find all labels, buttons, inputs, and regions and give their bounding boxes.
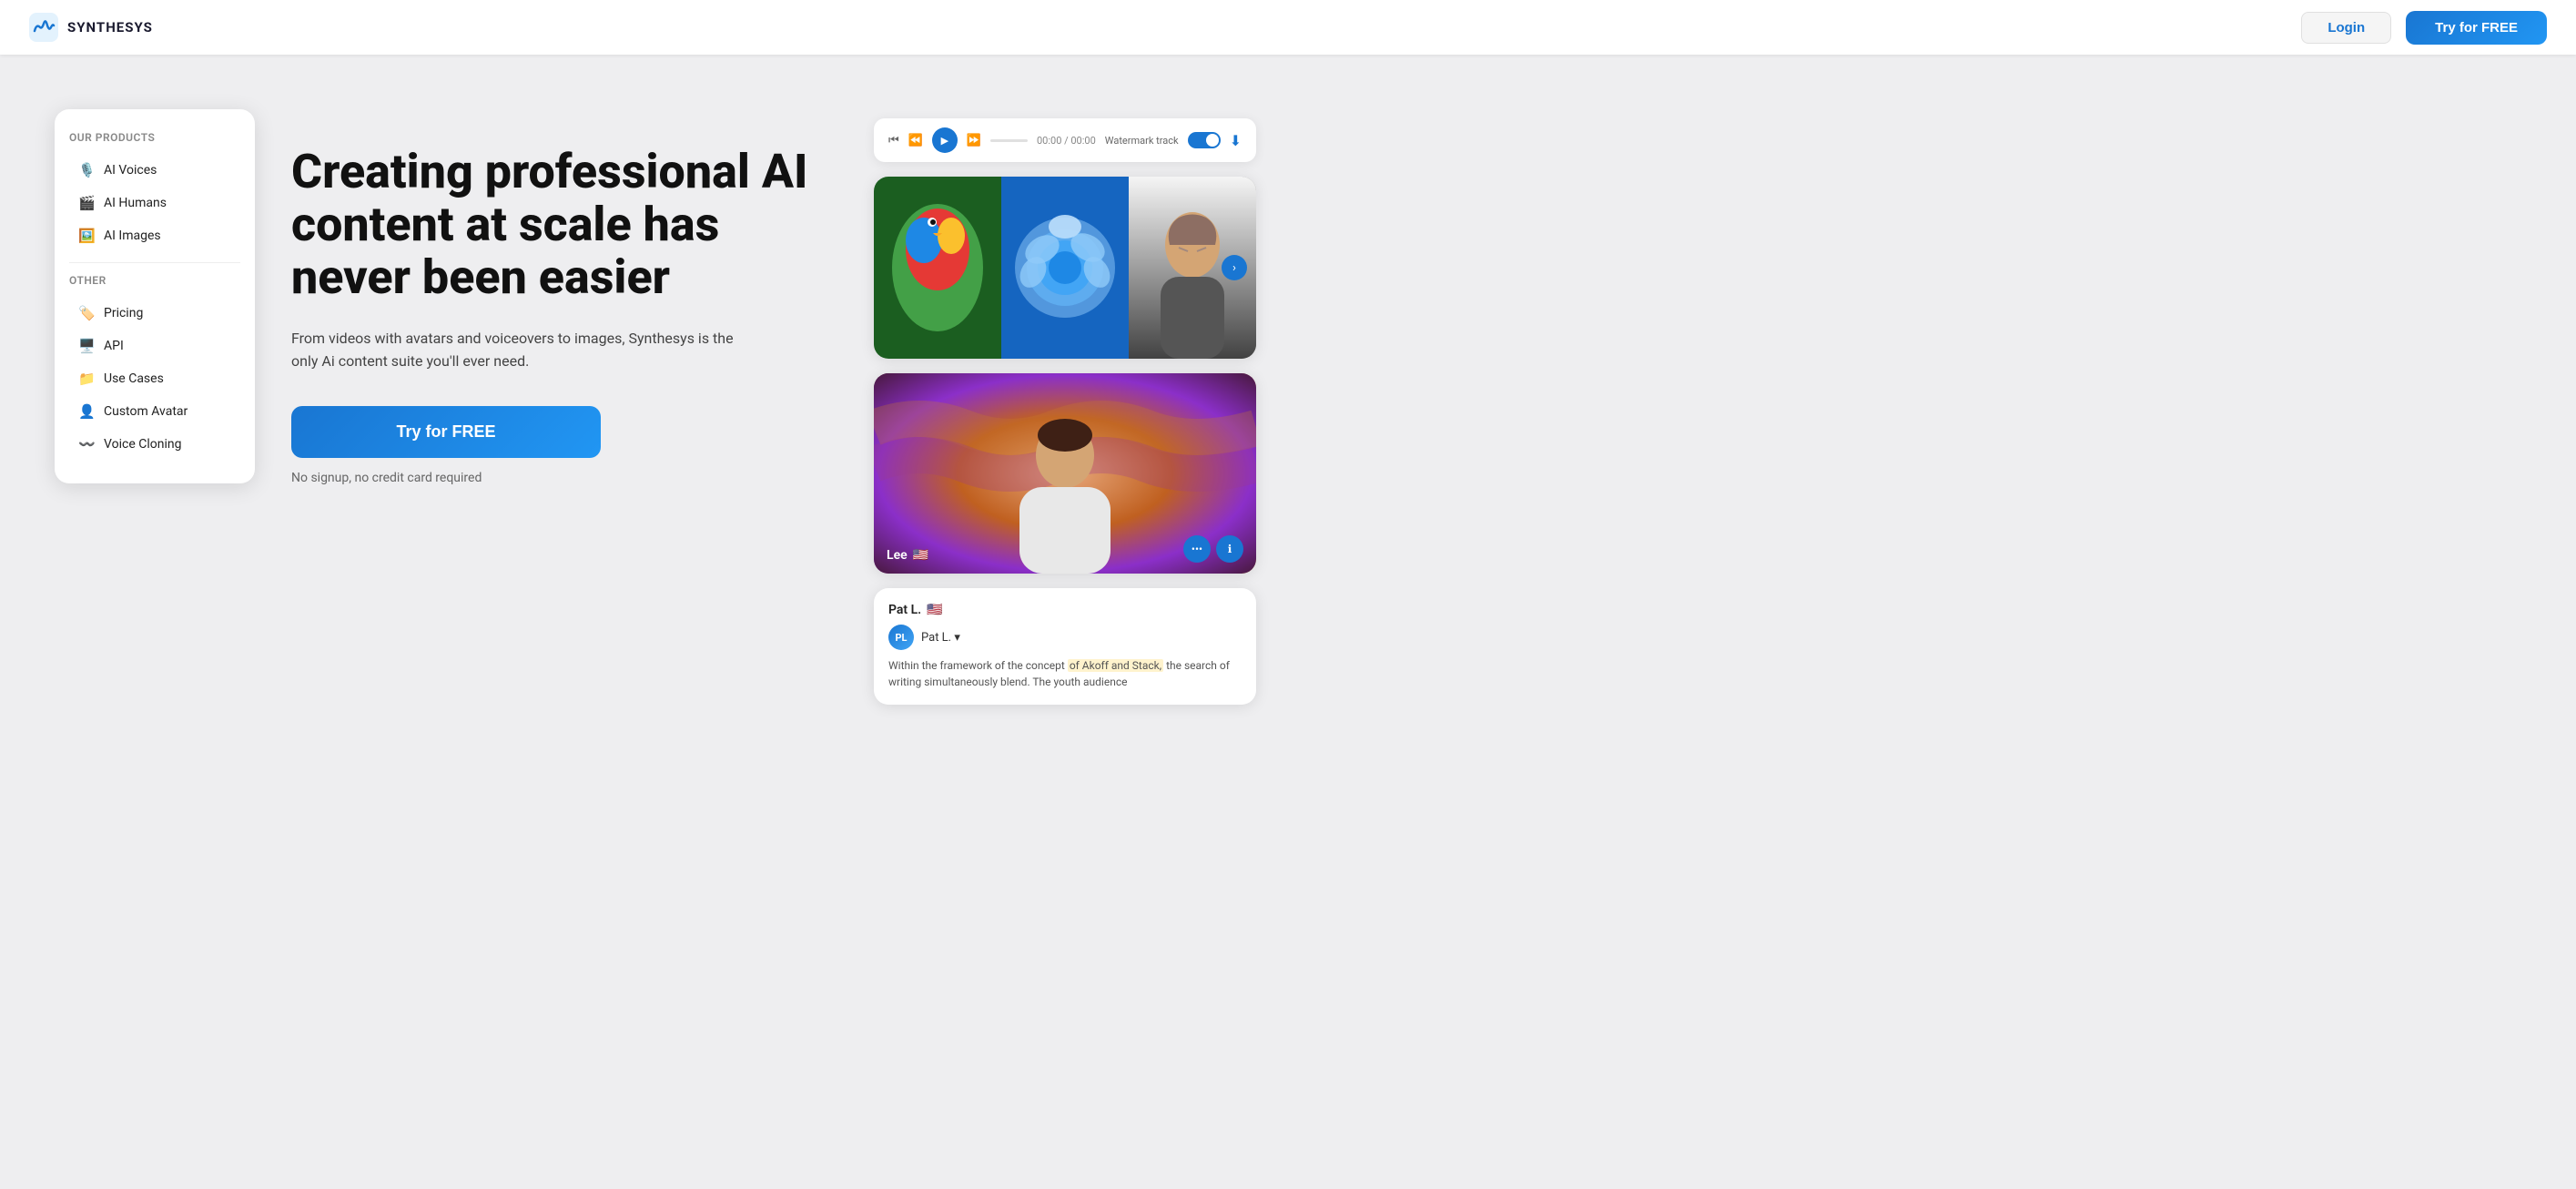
chevron-right-icon[interactable]: › (1222, 255, 1247, 280)
login-button[interactable]: Login (2301, 12, 2391, 44)
menu-item-label-pricing: Pricing (104, 306, 143, 320)
hero-title: Creating professional AI content at scal… (291, 146, 819, 305)
avatar-name: Lee (887, 548, 908, 563)
menu-item-api[interactable]: 🖥️ API (69, 330, 240, 361)
avatar-label: Lee 🇺🇸 (887, 548, 928, 563)
reviewer-handle: Pat L. ▾ (921, 631, 960, 645)
hero-section: Creating professional AI content at scal… (0, 55, 2576, 1189)
menu-item-ai-images[interactable]: 🖼️ AI Images (69, 220, 240, 251)
reviewer-initials: PL (895, 632, 907, 644)
reviewer-flag-icon: 🇺🇸 (927, 603, 942, 617)
reviewer-avatar: PL (888, 625, 914, 650)
tag-icon: 🏷️ (78, 305, 95, 321)
skip-back-icon[interactable]: ⏮ (888, 134, 899, 147)
products-section-title: Our products (69, 131, 240, 144)
hero-right: ⏮ ⏪ ▶ ⏩ 00:00 / 00:00 Watermark track ⬇ (874, 109, 1256, 705)
mic-icon: 🎙️ (78, 162, 95, 178)
menu-item-ai-humans[interactable]: 🎬 AI Humans (69, 188, 240, 218)
menu-item-label-ai-voices: AI Voices (104, 163, 157, 178)
avatar-more-button[interactable]: ••• (1183, 535, 1211, 563)
image-parrot (874, 177, 1001, 359)
review-card: Pat L. 🇺🇸 PL Pat L. ▾ Within the framewo… (874, 588, 1256, 705)
fast-forward-icon[interactable]: ⏩ (967, 134, 981, 147)
video-progress-bar[interactable] (990, 139, 1028, 142)
reviewer-name-row: Pat L. 🇺🇸 (888, 603, 1242, 617)
other-section-title: Other (69, 274, 240, 287)
image-rose (1001, 177, 1129, 359)
dropdown-menu: Our products 🎙️ AI Voices 🎬 AI Humans 🖼️… (55, 109, 255, 483)
toggle-knob (1206, 134, 1219, 147)
parrot-image (874, 177, 1001, 359)
video-time: 00:00 / 00:00 (1037, 135, 1096, 147)
person-icon: 👤 (78, 403, 95, 420)
menu-item-label-custom-avatar: Custom Avatar (104, 404, 188, 419)
menu-item-label-use-cases: Use Cases (104, 371, 164, 386)
play-button[interactable]: ▶ (932, 127, 958, 153)
rose-image (1001, 177, 1129, 359)
menu-item-ai-voices[interactable]: 🎙️ AI Voices (69, 155, 240, 186)
image-grid (874, 177, 1256, 359)
menu-item-label-voice-cloning: Voice Cloning (104, 437, 181, 452)
video-player-bar: ⏮ ⏪ ▶ ⏩ 00:00 / 00:00 Watermark track ⬇ (874, 118, 1256, 162)
review-highlight: of Akoff and Stack, (1068, 659, 1163, 672)
image-icon: 🖼️ (78, 228, 95, 244)
video-icon: 🎬 (78, 195, 95, 211)
menu-item-label-ai-humans: AI Humans (104, 196, 167, 210)
navbar: SYNTHESYS Login Try for FREE (0, 0, 2576, 55)
watermark-label: Watermark track (1105, 135, 1179, 147)
image-grid-card: › (874, 177, 1256, 359)
no-signup-text: No signup, no credit card required (291, 471, 819, 485)
menu-item-pricing[interactable]: 🏷️ Pricing (69, 298, 240, 329)
rewind-icon[interactable]: ⏪ (908, 134, 923, 147)
logo-icon (29, 13, 58, 42)
reviewer-name-text: Pat L. (888, 603, 921, 617)
logo-text: SYNTHESYS (67, 19, 153, 36)
hero-left: Creating professional AI content at scal… (291, 109, 819, 485)
try-free-nav-button[interactable]: Try for FREE (2406, 11, 2547, 45)
watermark-toggle[interactable] (1188, 132, 1221, 148)
wave-icon: 〰️ (78, 436, 95, 452)
menu-item-custom-avatar[interactable]: 👤 Custom Avatar (69, 396, 240, 427)
avatar-card: Lee 🇺🇸 ••• ℹ (874, 373, 1256, 574)
menu-divider (69, 262, 240, 263)
nav-actions: Login Try for FREE (2301, 11, 2547, 45)
folder-icon: 📁 (78, 371, 95, 387)
logo[interactable]: SYNTHESYS (29, 13, 153, 42)
download-icon[interactable]: ⬇ (1230, 132, 1242, 149)
avatar-flag: 🇺🇸 (913, 548, 928, 563)
menu-item-label-api: API (104, 339, 124, 353)
menu-item-voice-cloning[interactable]: 〰️ Voice Cloning (69, 429, 240, 460)
avatar-info-button[interactable]: ℹ (1216, 535, 1243, 563)
avatar-actions: ••• ℹ (1183, 535, 1243, 563)
menu-item-use-cases[interactable]: 📁 Use Cases (69, 363, 240, 394)
hero-cta-button[interactable]: Try for FREE (291, 406, 601, 458)
page-wrapper: Our products 🎙️ AI Voices 🎬 AI Humans 🖼️… (0, 0, 2576, 1189)
menu-item-label-ai-images: AI Images (104, 229, 161, 243)
review-text: Within the framework of the concept of A… (888, 657, 1242, 690)
hero-subtitle: From videos with avatars and voiceovers … (291, 327, 746, 373)
monitor-icon: 🖥️ (78, 338, 95, 354)
